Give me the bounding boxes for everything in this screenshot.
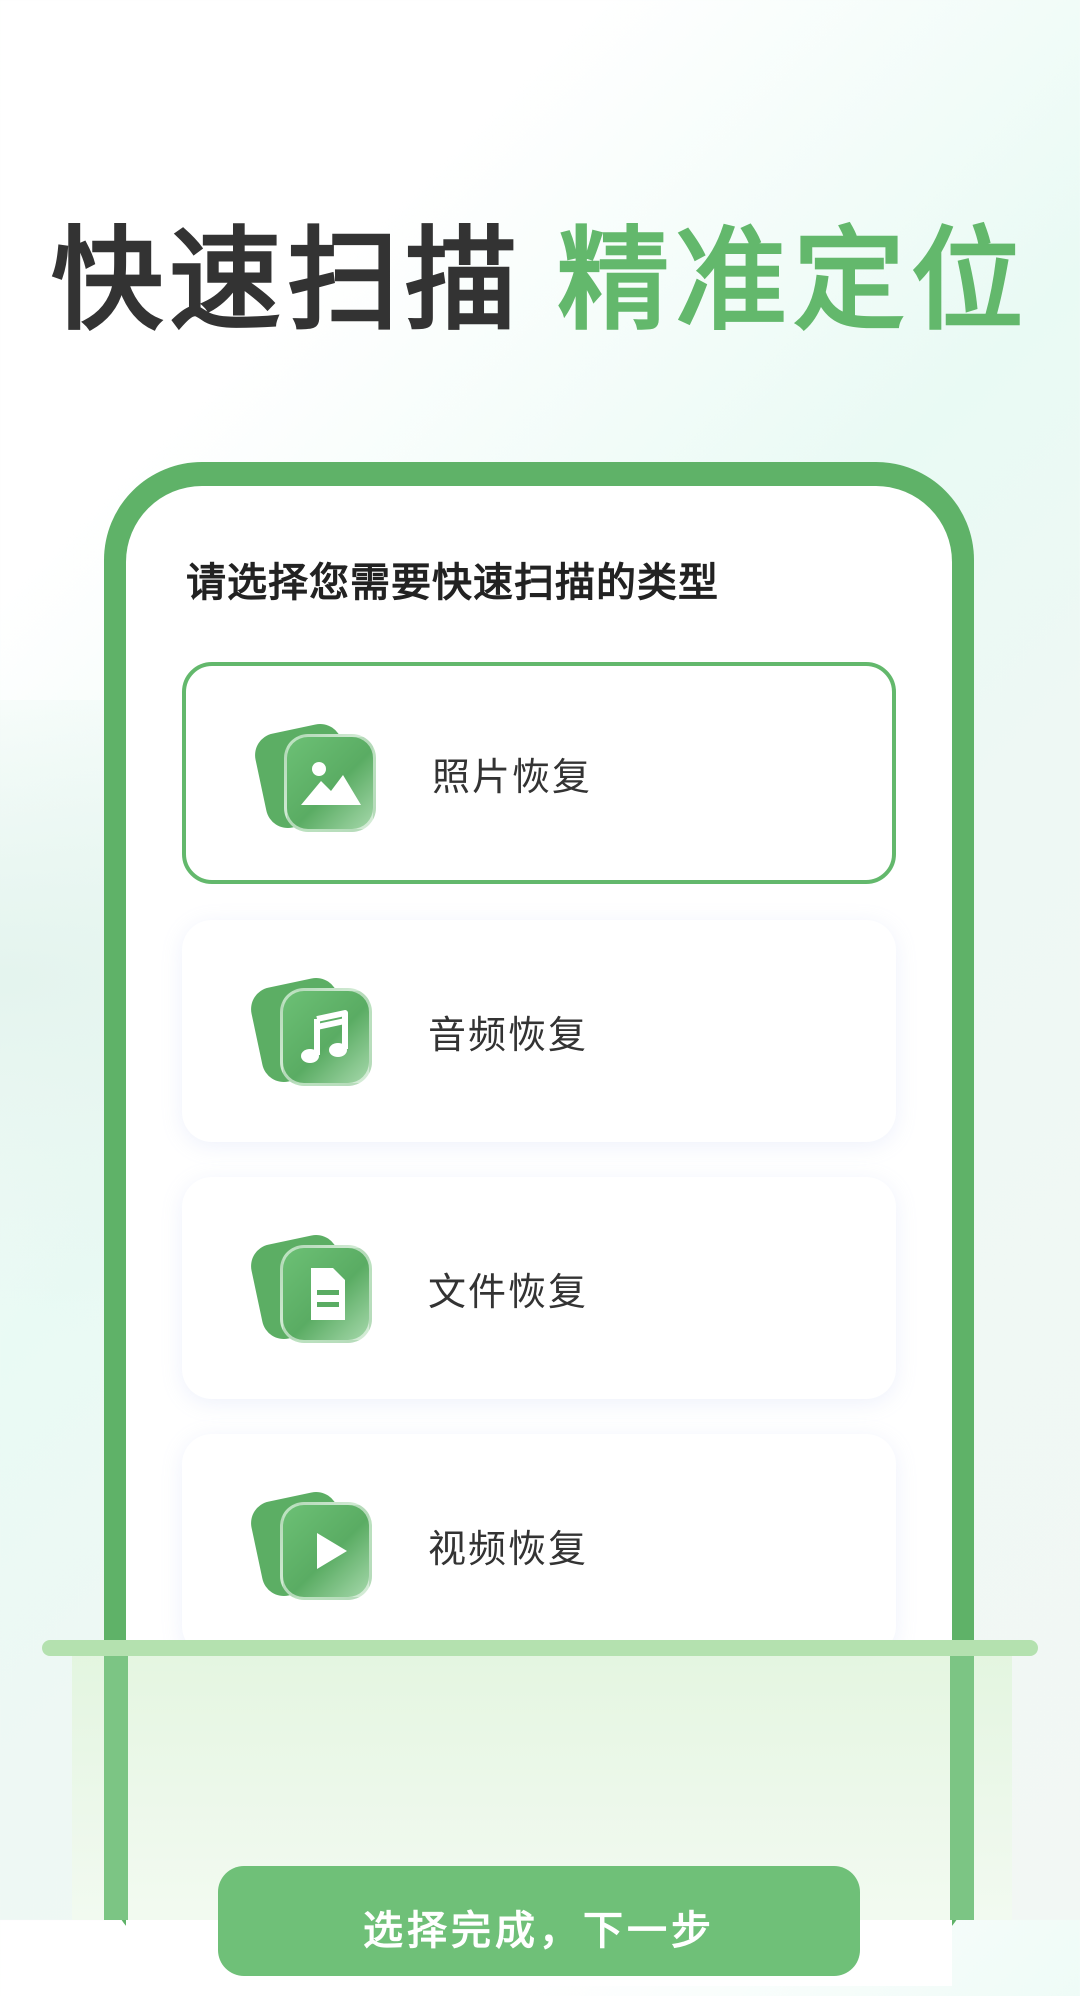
option-label: 视频恢复 [428,1526,589,1571]
music-note-icon [246,973,372,1088]
next-step-button[interactable]: 选择完成，下一步 [218,1866,860,1976]
phone-edge-left [104,1656,128,1920]
photo-icon [250,719,376,834]
option-photo-recovery[interactable]: 照片恢复 [182,662,896,884]
option-label: 音频恢复 [428,1012,589,1057]
option-audio-recovery[interactable]: 音频恢复 [182,920,896,1142]
headline: 快速扫描 精准定位 [0,190,1080,352]
headline-part1: 快速扫描 [51,216,523,346]
overlay-divider [42,1640,1038,1656]
option-label: 照片恢复 [432,754,593,799]
scan-type-prompt: 请选择您需要快速扫描的类型 [186,560,719,606]
option-label: 文件恢复 [428,1269,589,1314]
option-video-recovery[interactable]: 视频恢复 [182,1434,896,1656]
headline-part2: 精准定位 [557,216,1029,346]
phone-edge-right [950,1656,974,1920]
document-icon [246,1230,372,1345]
option-file-recovery[interactable]: 文件恢复 [182,1177,896,1399]
play-icon [246,1487,372,1602]
